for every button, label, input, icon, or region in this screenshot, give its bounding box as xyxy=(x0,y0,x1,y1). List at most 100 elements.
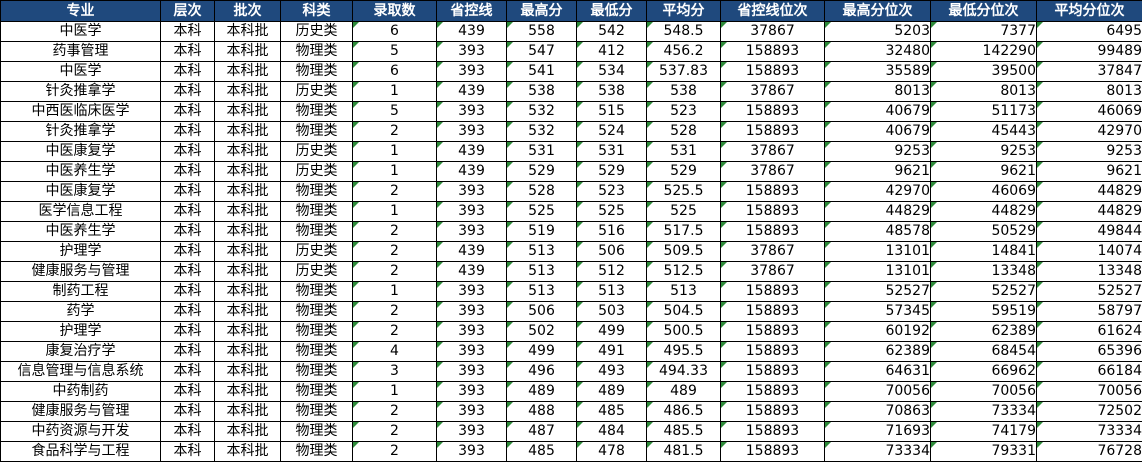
max-score-rank-cell[interactable]: 13101 xyxy=(825,242,931,262)
max-score-cell[interactable]: 489 xyxy=(507,382,577,402)
max-score-cell[interactable]: 487 xyxy=(507,422,577,442)
level-cell[interactable]: 本科 xyxy=(161,382,215,402)
avg-score-cell[interactable]: 525.5 xyxy=(647,182,721,202)
min-score-rank-cell[interactable]: 62389 xyxy=(931,322,1037,342)
admitted-count-cell[interactable]: 1 xyxy=(353,382,437,402)
subject-cell[interactable]: 物理类 xyxy=(281,222,353,242)
avg-score-cell[interactable]: 513 xyxy=(647,282,721,302)
min-score-rank-cell[interactable]: 74179 xyxy=(931,422,1037,442)
batch-cell[interactable]: 本科批 xyxy=(215,22,281,42)
subject-cell[interactable]: 物理类 xyxy=(281,382,353,402)
control-line-rank-cell[interactable]: 158893 xyxy=(721,322,825,342)
min-score-cell[interactable]: 478 xyxy=(577,442,647,462)
max-score-rank-cell[interactable]: 35589 xyxy=(825,62,931,82)
min-score-cell[interactable]: 515 xyxy=(577,102,647,122)
subject-cell[interactable]: 物理类 xyxy=(281,442,353,462)
batch-cell[interactable]: 本科批 xyxy=(215,362,281,382)
min-score-rank-cell[interactable]: 142290 xyxy=(931,42,1037,62)
major-cell[interactable]: 中医学 xyxy=(1,22,161,42)
max-score-cell[interactable]: 488 xyxy=(507,402,577,422)
subject-cell[interactable]: 物理类 xyxy=(281,282,353,302)
subject-cell[interactable]: 物理类 xyxy=(281,202,353,222)
avg-score-cell[interactable]: 509.5 xyxy=(647,242,721,262)
major-cell[interactable]: 康复治疗学 xyxy=(1,342,161,362)
level-cell[interactable]: 本科 xyxy=(161,302,215,322)
batch-cell[interactable]: 本科批 xyxy=(215,102,281,122)
avg-score-rank-cell[interactable]: 76728 xyxy=(1037,442,1142,462)
control-line-rank-cell[interactable]: 158893 xyxy=(721,422,825,442)
major-cell[interactable]: 药事管理 xyxy=(1,42,161,62)
min-score-cell[interactable]: 523 xyxy=(577,182,647,202)
max-score-cell[interactable]: 541 xyxy=(507,62,577,82)
avg-score-cell[interactable]: 512.5 xyxy=(647,262,721,282)
avg-score-rank-cell[interactable]: 8013 xyxy=(1037,82,1142,102)
control-line-rank-cell[interactable]: 158893 xyxy=(721,202,825,222)
major-cell[interactable]: 中西医临床医学 xyxy=(1,102,161,122)
min-score-cell[interactable]: 531 xyxy=(577,142,647,162)
control-line-rank-cell[interactable]: 158893 xyxy=(721,62,825,82)
max-score-cell[interactable]: 496 xyxy=(507,362,577,382)
admitted-count-cell[interactable]: 1 xyxy=(353,162,437,182)
max-score-rank-cell[interactable]: 48578 xyxy=(825,222,931,242)
control-line-cell[interactable]: 439 xyxy=(437,142,507,162)
avg-score-rank-cell[interactable]: 72502 xyxy=(1037,402,1142,422)
batch-cell[interactable]: 本科批 xyxy=(215,202,281,222)
control-line-rank-cell[interactable]: 158893 xyxy=(721,122,825,142)
min-score-cell[interactable]: 534 xyxy=(577,62,647,82)
control-line-rank-cell[interactable]: 158893 xyxy=(721,42,825,62)
level-cell[interactable]: 本科 xyxy=(161,342,215,362)
control-line-rank-cell[interactable]: 158893 xyxy=(721,282,825,302)
level-cell[interactable]: 本科 xyxy=(161,242,215,262)
level-cell[interactable]: 本科 xyxy=(161,282,215,302)
min-score-cell[interactable]: 484 xyxy=(577,422,647,442)
subject-cell[interactable]: 物理类 xyxy=(281,182,353,202)
min-score-rank-cell[interactable]: 73334 xyxy=(931,402,1037,422)
min-score-rank-cell[interactable]: 70056 xyxy=(931,382,1037,402)
control-line-rank-cell[interactable]: 37867 xyxy=(721,262,825,282)
control-line-rank-cell[interactable]: 37867 xyxy=(721,22,825,42)
subject-cell[interactable]: 物理类 xyxy=(281,422,353,442)
max-score-rank-cell[interactable]: 40679 xyxy=(825,102,931,122)
max-score-rank-cell[interactable]: 64631 xyxy=(825,362,931,382)
batch-cell[interactable]: 本科批 xyxy=(215,342,281,362)
min-score-cell[interactable]: 529 xyxy=(577,162,647,182)
major-cell[interactable]: 中药制药 xyxy=(1,382,161,402)
control-line-cell[interactable]: 393 xyxy=(437,422,507,442)
level-cell[interactable]: 本科 xyxy=(161,222,215,242)
avg-score-rank-cell[interactable]: 37847 xyxy=(1037,62,1142,82)
admitted-count-cell[interactable]: 2 xyxy=(353,222,437,242)
avg-score-cell[interactable]: 528 xyxy=(647,122,721,142)
control-line-rank-cell[interactable]: 158893 xyxy=(721,382,825,402)
avg-score-cell[interactable]: 504.5 xyxy=(647,302,721,322)
control-line-cell[interactable]: 393 xyxy=(437,402,507,422)
max-score-rank-cell[interactable]: 52527 xyxy=(825,282,931,302)
min-score-rank-cell[interactable]: 7377 xyxy=(931,22,1037,42)
control-line-rank-cell[interactable]: 158893 xyxy=(721,362,825,382)
subject-cell[interactable]: 物理类 xyxy=(281,62,353,82)
control-line-cell[interactable]: 439 xyxy=(437,242,507,262)
min-score-rank-cell[interactable]: 44829 xyxy=(931,202,1037,222)
max-score-rank-cell[interactable]: 70863 xyxy=(825,402,931,422)
admitted-count-cell[interactable]: 1 xyxy=(353,142,437,162)
batch-cell[interactable]: 本科批 xyxy=(215,222,281,242)
avg-score-rank-cell[interactable]: 49844 xyxy=(1037,222,1142,242)
level-cell[interactable]: 本科 xyxy=(161,182,215,202)
control-line-cell[interactable]: 393 xyxy=(437,202,507,222)
batch-cell[interactable]: 本科批 xyxy=(215,262,281,282)
max-score-rank-cell[interactable]: 57345 xyxy=(825,302,931,322)
control-line-cell[interactable]: 393 xyxy=(437,282,507,302)
min-score-cell[interactable]: 412 xyxy=(577,42,647,62)
control-line-cell[interactable]: 439 xyxy=(437,22,507,42)
min-score-rank-cell[interactable]: 45443 xyxy=(931,122,1037,142)
major-cell[interactable]: 健康服务与管理 xyxy=(1,402,161,422)
min-score-rank-cell[interactable]: 9253 xyxy=(931,142,1037,162)
avg-score-rank-cell[interactable]: 61624 xyxy=(1037,322,1142,342)
avg-score-cell[interactable]: 538 xyxy=(647,82,721,102)
avg-score-cell[interactable]: 517.5 xyxy=(647,222,721,242)
avg-score-rank-cell[interactable]: 13348 xyxy=(1037,262,1142,282)
control-line-rank-cell[interactable]: 37867 xyxy=(721,142,825,162)
admitted-count-cell[interactable]: 1 xyxy=(353,202,437,222)
max-score-rank-cell[interactable]: 5203 xyxy=(825,22,931,42)
max-score-cell[interactable]: 519 xyxy=(507,222,577,242)
control-line-cell[interactable]: 393 xyxy=(437,442,507,462)
